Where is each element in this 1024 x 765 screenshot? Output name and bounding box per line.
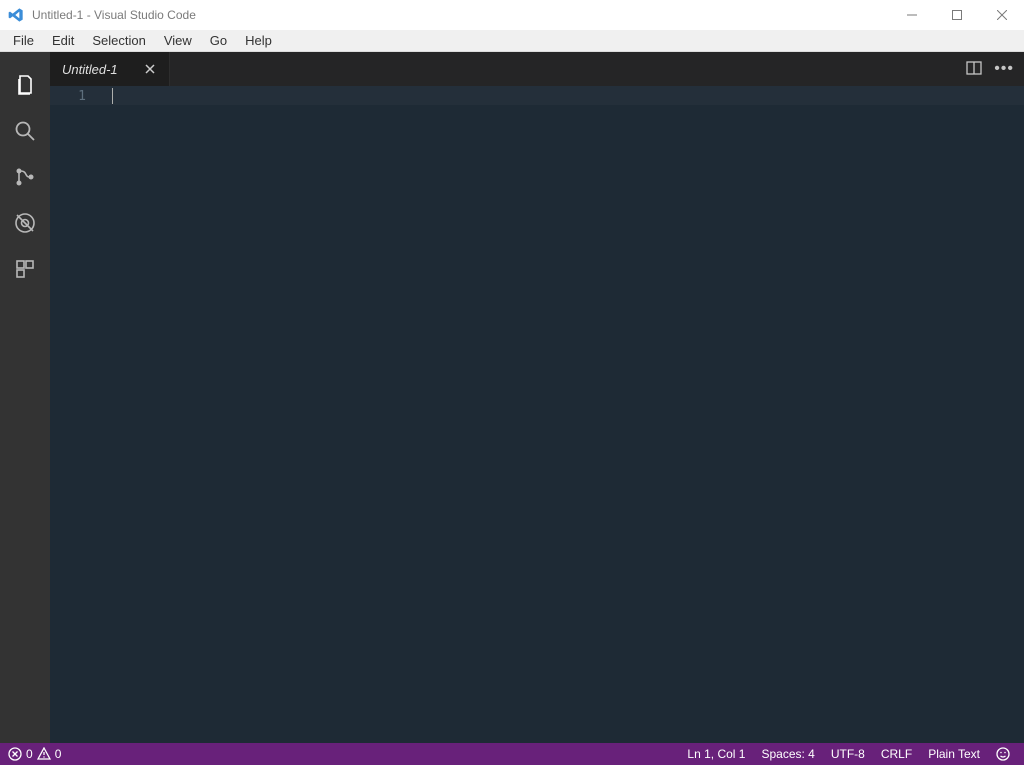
close-tab-button[interactable] — [143, 62, 157, 76]
text-editor[interactable]: 1 — [50, 86, 1024, 743]
tab-label: Untitled-1 — [62, 62, 133, 77]
activity-bar — [0, 52, 50, 743]
status-eol[interactable]: CRLF — [881, 747, 912, 761]
debug-activity-button[interactable] — [0, 200, 50, 246]
tab-bar: Untitled-1 ••• — [50, 52, 1024, 86]
text-cursor — [112, 88, 113, 104]
status-cursor-position[interactable]: Ln 1, Col 1 — [687, 747, 745, 761]
menu-help[interactable]: Help — [236, 31, 281, 50]
status-feedback-button[interactable] — [996, 747, 1010, 761]
split-editor-icon — [966, 60, 982, 76]
status-left: 0 0 — [8, 747, 61, 761]
menu-edit[interactable]: Edit — [43, 31, 83, 50]
warning-count: 0 — [55, 747, 62, 761]
main-area: Untitled-1 ••• 1 — [0, 52, 1024, 743]
vscode-app-icon — [8, 7, 24, 23]
editor-group: Untitled-1 ••• 1 — [50, 52, 1024, 743]
warning-icon — [37, 747, 51, 761]
menu-selection[interactable]: Selection — [83, 31, 154, 50]
editor-tab[interactable]: Untitled-1 — [50, 52, 170, 86]
more-actions-button[interactable]: ••• — [994, 64, 1014, 74]
close-window-button[interactable] — [979, 0, 1024, 30]
status-problems[interactable]: 0 0 — [8, 747, 61, 761]
current-line-highlight — [50, 86, 1024, 105]
line-number-gutter: 1 — [50, 86, 100, 743]
source-control-activity-button[interactable] — [0, 154, 50, 200]
status-encoding[interactable]: UTF-8 — [831, 747, 865, 761]
status-indentation[interactable]: Spaces: 4 — [761, 747, 814, 761]
extensions-activity-button[interactable] — [0, 246, 50, 292]
window-controls — [889, 0, 1024, 30]
error-icon — [8, 747, 22, 761]
status-right: Ln 1, Col 1 Spaces: 4 UTF-8 CRLF Plain T… — [687, 747, 1016, 761]
minimize-button[interactable] — [889, 0, 934, 30]
status-language-mode[interactable]: Plain Text — [928, 747, 980, 761]
status-bar: 0 0 Ln 1, Col 1 Spaces: 4 UTF-8 CRLF Pla… — [0, 743, 1024, 765]
menu-go[interactable]: Go — [201, 31, 236, 50]
search-icon — [13, 119, 37, 143]
window-title: Untitled-1 - Visual Studio Code — [32, 8, 196, 22]
source-control-icon — [13, 165, 37, 189]
split-editor-button[interactable] — [966, 60, 982, 79]
files-icon — [13, 73, 37, 97]
titlebar: Untitled-1 - Visual Studio Code — [0, 0, 1024, 30]
editor-content[interactable] — [100, 86, 1024, 743]
error-count: 0 — [26, 747, 33, 761]
explorer-activity-button[interactable] — [0, 62, 50, 108]
menu-view[interactable]: View — [155, 31, 201, 50]
menubar: File Edit Selection View Go Help — [0, 30, 1024, 52]
smiley-icon — [996, 747, 1010, 761]
tab-actions: ••• — [966, 52, 1024, 86]
maximize-button[interactable] — [934, 0, 979, 30]
debug-icon — [13, 211, 37, 235]
extensions-icon — [13, 257, 37, 281]
menu-file[interactable]: File — [4, 31, 43, 50]
search-activity-button[interactable] — [0, 108, 50, 154]
